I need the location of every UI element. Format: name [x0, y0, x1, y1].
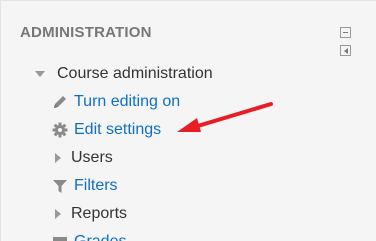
block-controls	[340, 27, 368, 63]
block-title: ADMINISTRATION	[20, 24, 152, 41]
tree-item-label: Users	[71, 149, 113, 166]
tree-item-label: Reports	[71, 205, 128, 222]
filter-icon	[52, 178, 68, 194]
tree-item-edit-settings[interactable]: Edit settings	[52, 119, 161, 141]
tree-item-users[interactable]: Users	[52, 147, 113, 169]
grades-icon	[52, 234, 68, 241]
tree-root-label: Course administration	[57, 65, 213, 82]
pencil-icon	[52, 94, 68, 110]
red-pointer-arrow-icon	[177, 102, 273, 132]
dock-block-icon[interactable]	[340, 45, 351, 56]
gear-icon	[52, 122, 68, 138]
tree-item-label[interactable]: Filters	[74, 177, 118, 195]
tree-item-label[interactable]: Edit settings	[74, 121, 161, 139]
tree-item-filters[interactable]: Filters	[52, 175, 118, 197]
expanded-arrow-icon	[35, 71, 45, 77]
block-header: ADMINISTRATION	[20, 23, 368, 56]
tree-item-reports[interactable]: Reports	[52, 203, 127, 225]
collapsed-arrow-icon	[55, 153, 61, 163]
tree-root-course-administration[interactable]: Course administration	[34, 63, 213, 85]
collapsed-arrow-icon	[55, 209, 61, 219]
tree-item-grades[interactable]: Grades	[52, 231, 126, 241]
tree-item-label[interactable]: Grades	[74, 233, 126, 241]
hide-block-icon[interactable]	[340, 27, 351, 38]
administration-block: ADMINISTRATION Course administration Tur…	[0, 0, 376, 241]
tree-item-turn-editing-on[interactable]: Turn editing on	[52, 91, 180, 113]
tree-item-label[interactable]: Turn editing on	[74, 93, 180, 111]
